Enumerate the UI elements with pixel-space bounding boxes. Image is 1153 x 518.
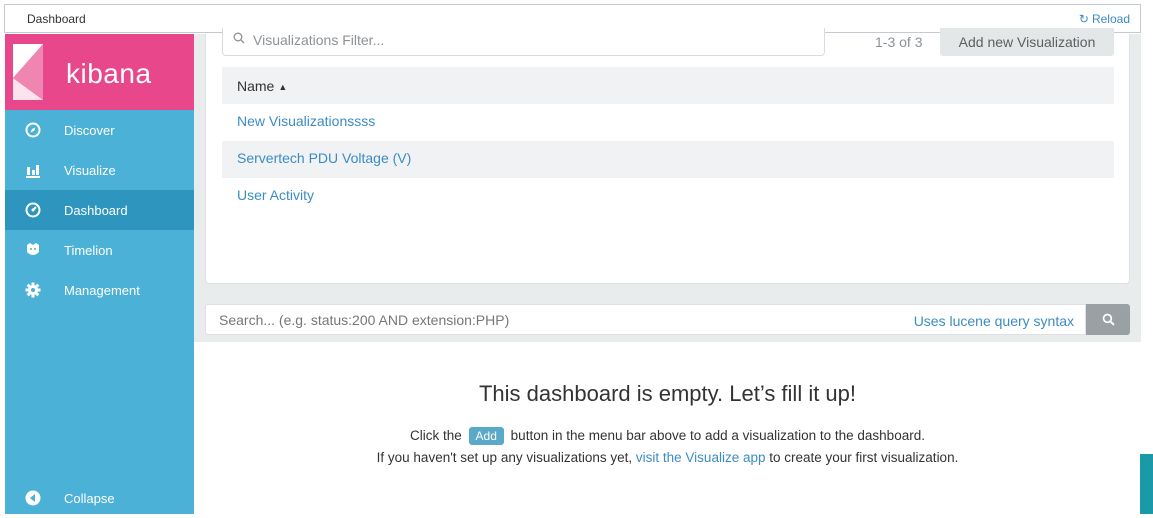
compass-icon — [24, 121, 42, 139]
sidebar-item-timelion[interactable]: Timelion — [5, 230, 194, 270]
sidebar-item-management[interactable]: Management — [5, 270, 194, 310]
table-row: Servertech PDU Voltage (V) — [222, 141, 1114, 178]
sidebar-item-discover[interactable]: Discover — [5, 110, 194, 150]
empty-dashboard-help: If you haven't set up any visualizations… — [194, 450, 1141, 465]
table-header: Name ▲ — [222, 67, 1114, 104]
sidebar-item-dashboard[interactable]: Dashboard — [5, 190, 194, 230]
chevron-left-circle-icon — [24, 489, 42, 507]
sidebar-item-label: Visualize — [64, 162, 116, 178]
empty-dashboard-title: This dashboard is empty. Let’s fill it u… — [478, 381, 857, 406]
sidebar-item-label: Timelion — [64, 242, 113, 258]
gear-icon — [24, 281, 42, 299]
visualization-picker-panel: Visualizations Filter... 1-3 of 3 Add ne… — [205, 28, 1130, 284]
kibana-logo-icon — [13, 44, 43, 100]
visualizations-filter-input[interactable]: Visualizations Filter... — [222, 28, 825, 56]
instruction-text: button in the menu bar above to add a vi… — [510, 428, 925, 443]
search-icon — [1102, 313, 1115, 326]
sidebar-item-label: Discover — [64, 122, 115, 138]
column-header-label: Name — [237, 78, 275, 94]
empty-dashboard-instructions: Click the Add button in the menu bar abo… — [194, 427, 1141, 445]
sort-ascending-icon: ▲ — [278, 82, 288, 92]
timelion-icon — [24, 241, 42, 259]
collapse-label: Collapse — [64, 490, 115, 506]
visit-visualize-app-link[interactable]: visit the Visualize app — [636, 450, 766, 465]
visualization-link[interactable]: User Activity — [237, 187, 314, 203]
search-icon — [233, 32, 245, 44]
table-row: New Visualizationssss — [222, 104, 1114, 141]
visualization-link[interactable]: New Visualizationssss — [237, 113, 375, 129]
pagination-count: 1-3 of 3 — [875, 34, 923, 50]
instruction-text: Click the — [410, 428, 462, 443]
sidebar-item-label: Dashboard — [64, 202, 128, 218]
add-new-visualization-button[interactable]: Add new Visualization — [940, 28, 1114, 56]
help-text: to create your first visualization. — [769, 450, 959, 465]
lucene-syntax-link[interactable]: Uses lucene query syntax — [914, 313, 1074, 329]
right-edge-accent — [1140, 454, 1153, 514]
sidebar-item-visualize[interactable]: Visualize — [5, 150, 194, 190]
dashboard-icon — [24, 201, 42, 219]
sidebar-collapse-button[interactable]: Collapse — [5, 478, 194, 518]
kibana-logo[interactable]: kibana — [5, 34, 194, 110]
help-text: If you haven't set up any visualizations… — [376, 450, 633, 465]
column-header-name[interactable]: Name ▲ — [237, 78, 287, 94]
query-search-input[interactable]: Search... (e.g. status:200 AND extension… — [205, 304, 1086, 335]
reload-button[interactable]: ↻ Reload — [1079, 12, 1130, 26]
sidebar-item-label: Management — [64, 282, 140, 298]
query-search-button[interactable] — [1086, 304, 1130, 335]
table-row: User Activity — [222, 178, 1114, 215]
query-placeholder: Search... (e.g. status:200 AND extension… — [219, 312, 510, 328]
sidebar: kibana Discover Visualize Dashboard Time… — [5, 34, 194, 514]
window-title: Dashboard — [27, 12, 86, 26]
refresh-icon: ↻ — [1078, 12, 1089, 26]
kibana-logo-text: kibana — [66, 58, 152, 89]
reload-label: Reload — [1091, 12, 1130, 26]
filter-placeholder: Visualizations Filter... — [253, 32, 385, 48]
visualization-link[interactable]: Servertech PDU Voltage (V) — [237, 150, 411, 166]
bar-chart-icon — [24, 161, 42, 179]
add-badge: Add — [468, 427, 504, 445]
